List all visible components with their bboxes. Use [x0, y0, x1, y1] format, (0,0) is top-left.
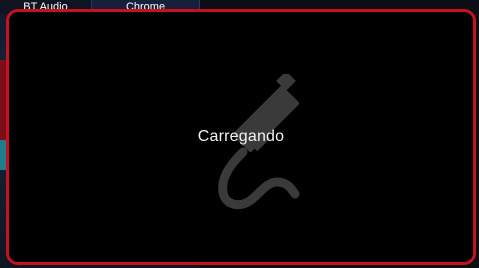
- loading-dialog: Carregando: [6, 9, 476, 265]
- loading-text: Carregando: [197, 128, 285, 145]
- screen: BT Audio Chrome Carregando: [0, 0, 479, 268]
